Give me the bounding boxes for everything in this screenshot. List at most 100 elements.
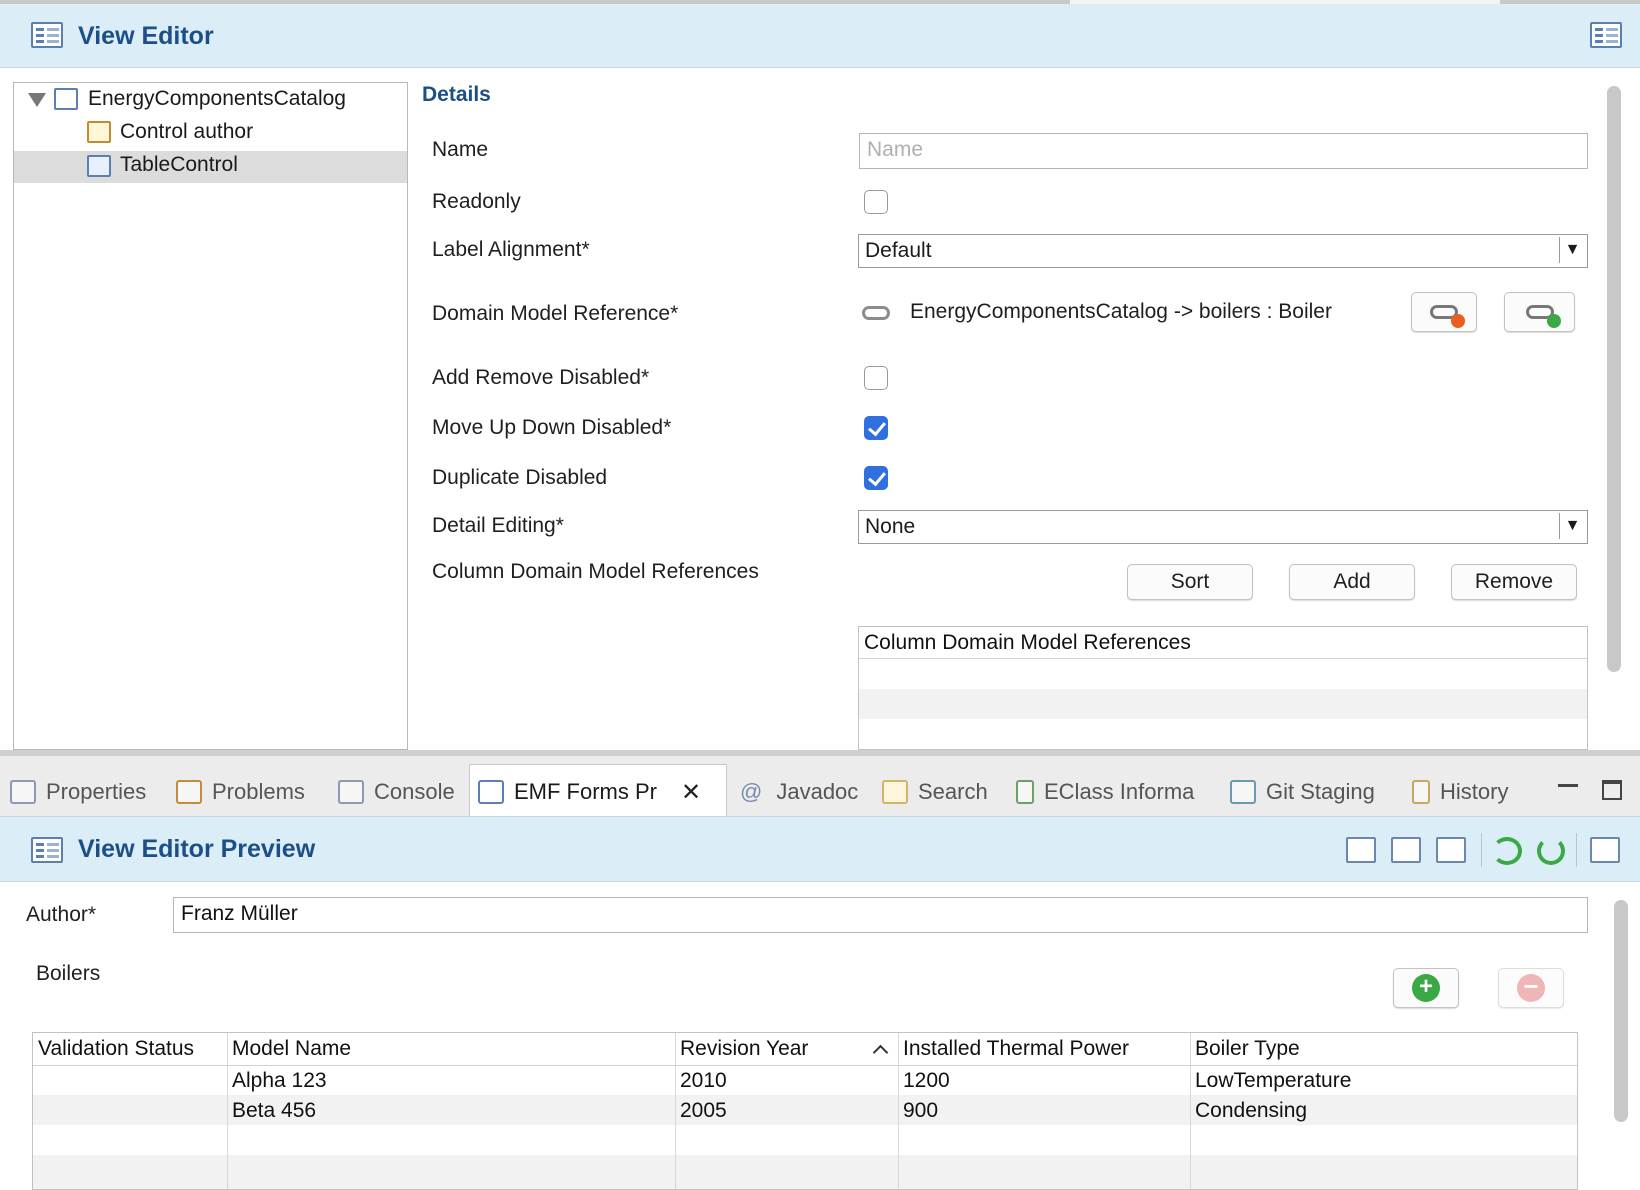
- add-remove-disabled-label: Add Remove Disabled*: [432, 366, 650, 389]
- readonly-label: Readonly: [432, 190, 521, 213]
- column-refs-table[interactable]: Column Domain Model References: [858, 626, 1588, 750]
- author-label: Author*: [26, 903, 97, 926]
- dropdown-arrow-icon: ▼: [1559, 513, 1585, 539]
- cell-model-name[interactable]: Alpha 123: [227, 1067, 332, 1095]
- move-up-down-disabled-checkbox[interactable]: [864, 416, 888, 440]
- history-icon: [1412, 780, 1430, 804]
- cell-installed-thermal-power[interactable]: 1200: [898, 1067, 955, 1095]
- unlink-icon: [1430, 305, 1465, 328]
- tab-eclass-information[interactable]: EClass Informa: [1016, 772, 1194, 812]
- plus-icon: +: [1412, 974, 1440, 1002]
- link-add-icon: [1525, 305, 1561, 328]
- tree-item-control-author[interactable]: Control author: [120, 120, 253, 144]
- tree-item-catalog[interactable]: EnergyComponentsCatalog: [88, 87, 346, 111]
- editor-preview-icon[interactable]: [1590, 22, 1622, 48]
- link-reference-button[interactable]: [1504, 292, 1575, 332]
- table-header-border: [33, 1065, 1577, 1066]
- author-input[interactable]: Franz Müller: [173, 897, 1588, 933]
- link-icon: [862, 306, 890, 320]
- column-header-model-name[interactable]: Model Name: [227, 1033, 675, 1065]
- tab-search[interactable]: Search: [882, 772, 988, 812]
- tab-properties[interactable]: Properties: [10, 772, 146, 812]
- clear-data-icon[interactable]: [1346, 837, 1376, 863]
- divider: [1576, 833, 1577, 867]
- import-data-icon[interactable]: [1391, 837, 1421, 863]
- tab-console[interactable]: Console: [338, 772, 455, 812]
- preview-header: View Editor Preview: [0, 816, 1640, 882]
- label-alignment-value: Default: [865, 239, 932, 262]
- add-button[interactable]: Add: [1289, 564, 1415, 600]
- tree-expand-icon[interactable]: [28, 93, 46, 107]
- unlink-reference-button[interactable]: [1411, 292, 1477, 332]
- readonly-checkbox[interactable]: [864, 190, 888, 214]
- view-editor-icon: [31, 22, 63, 48]
- properties-icon: [10, 780, 36, 804]
- maximize-icon[interactable]: [1602, 780, 1622, 800]
- minimize-icon[interactable]: [1558, 784, 1578, 787]
- preview-view-icon: [31, 837, 63, 863]
- cell-revision-year[interactable]: 2005: [675, 1097, 732, 1125]
- label-alignment-label: Label Alignment*: [432, 238, 590, 261]
- tab-emf-forms-preview[interactable]: EMF Forms Pr ✕: [478, 772, 701, 812]
- cell-installed-thermal-power[interactable]: 900: [898, 1097, 943, 1125]
- remove-boiler-button[interactable]: −: [1498, 968, 1564, 1008]
- catalog-node-icon: [54, 88, 78, 110]
- cell-boiler-type[interactable]: Condensing: [1190, 1097, 1312, 1125]
- column-header-installed-thermal-power[interactable]: Installed Thermal Power: [898, 1033, 1190, 1065]
- table-row: [859, 659, 1587, 689]
- editor-scrollbar[interactable]: [1607, 86, 1621, 672]
- label-alignment-select[interactable]: Default ▼: [858, 234, 1588, 268]
- boilers-table[interactable]: Validation Status Model Name Revision Ye…: [32, 1032, 1578, 1190]
- table-row: [33, 1155, 1577, 1189]
- column-header-revision-year[interactable]: Revision Year: [675, 1033, 898, 1065]
- add-boiler-button[interactable]: +: [1393, 968, 1459, 1008]
- minus-icon: −: [1517, 973, 1545, 1002]
- detail-editing-select[interactable]: None ▼: [858, 510, 1588, 544]
- dropdown-arrow-icon: ▼: [1559, 237, 1585, 263]
- auto-refresh-icon[interactable]: [1537, 837, 1565, 865]
- column-refs-table-header: Column Domain Model References: [859, 627, 1587, 659]
- javadoc-icon: @: [740, 779, 763, 804]
- column-header-validation-status[interactable]: Validation Status: [33, 1033, 227, 1065]
- move-up-down-disabled-label: Move Up Down Disabled*: [432, 416, 672, 439]
- details-heading: Details: [422, 83, 491, 106]
- tree-panel: EnergyComponentsCatalog Control author T…: [13, 82, 408, 750]
- add-view-icon[interactable]: [1590, 837, 1620, 863]
- divider: [1481, 833, 1482, 867]
- export-data-icon[interactable]: [1436, 837, 1466, 863]
- control-author-icon: [87, 121, 111, 143]
- eclass-icon: [1016, 780, 1034, 804]
- refresh-icon[interactable]: [1492, 837, 1522, 865]
- duplicate-disabled-label: Duplicate Disabled: [432, 466, 608, 489]
- preview-title: View Editor Preview: [78, 835, 316, 863]
- problems-icon: [176, 780, 202, 804]
- preview-scrollbar[interactable]: [1614, 900, 1628, 1122]
- remove-button[interactable]: Remove: [1451, 564, 1577, 600]
- tree-item-table-control[interactable]: TableControl: [120, 153, 238, 177]
- tab-javadoc[interactable]: @ Javadoc: [740, 772, 858, 812]
- duplicate-disabled-checkbox[interactable]: [864, 466, 888, 490]
- domain-model-reference-value: EnergyComponentsCatalog -> boilers : Boi…: [910, 300, 1332, 323]
- view-editor-title: View Editor: [78, 22, 214, 50]
- name-input[interactable]: Name: [859, 133, 1588, 169]
- column-header-boiler-type[interactable]: Boiler Type: [1190, 1033, 1577, 1065]
- add-remove-disabled-checkbox[interactable]: [864, 366, 888, 390]
- column-refs-label: Column Domain Model References: [432, 560, 759, 583]
- tab-problems[interactable]: Problems: [176, 772, 305, 812]
- console-icon: [338, 780, 364, 804]
- sort-button[interactable]: Sort: [1127, 564, 1253, 600]
- search-icon: [882, 780, 908, 804]
- name-placeholder: Name: [867, 138, 924, 161]
- tab-git-staging[interactable]: Git Staging: [1230, 772, 1375, 812]
- table-control-icon: [87, 155, 111, 177]
- table-row: [859, 689, 1587, 719]
- cell-revision-year[interactable]: 2010: [675, 1067, 732, 1095]
- detail-editing-value: None: [865, 515, 916, 538]
- tab-history[interactable]: History: [1412, 772, 1508, 812]
- emf-forms-icon: [478, 780, 504, 804]
- domain-model-reference-label: Domain Model Reference*: [432, 302, 679, 325]
- name-label: Name: [432, 138, 489, 161]
- cell-boiler-type[interactable]: LowTemperature: [1190, 1067, 1356, 1095]
- cell-model-name[interactable]: Beta 456: [227, 1097, 321, 1125]
- close-tab-icon[interactable]: ✕: [681, 778, 701, 807]
